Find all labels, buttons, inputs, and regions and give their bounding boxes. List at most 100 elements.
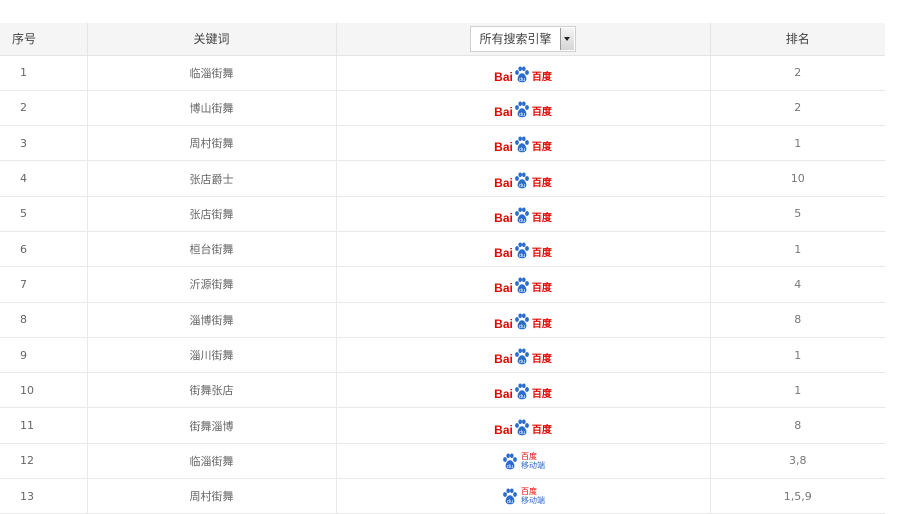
svg-text:du: du (519, 395, 525, 401)
baidu-logo-du: 百度 (531, 318, 552, 330)
row-keyword: 淄川街舞 (86, 337, 336, 374)
table-row: 12 临淄街舞 du 百度 移动端 3,8 (0, 443, 885, 480)
row-engine: Bai du 百度 (335, 302, 710, 338)
baidu-logo-bai: Bai (494, 210, 513, 225)
paw-icon: du (514, 277, 530, 295)
paw-icon: du (514, 101, 530, 118)
baidu-icon: Bai du 百度 (494, 310, 552, 330)
svg-text:du: du (519, 77, 525, 83)
chevron-down-icon[interactable] (559, 27, 574, 50)
table-row: 4 张店爵士 Bai du 百度 10 (0, 160, 885, 197)
row-rank: 2 (709, 55, 885, 91)
keyword-ranking-table: 序号 关键词 所有搜索引擎 排名 1 临淄街舞 Bai du 百度 2 2 博山街舞 Bai (0, 23, 885, 514)
row-index: 10 (0, 372, 87, 409)
baidu-logo-bai: Bai (494, 69, 513, 84)
row-keyword: 街舞淄博 (86, 407, 336, 444)
header-engine: 所有搜索引擎 (335, 23, 710, 56)
table-row: 7 沂源街舞 Bai du 百度 4 (0, 266, 885, 303)
row-index: 8 (0, 302, 87, 338)
baidu-icon: Bai du 百度 (494, 345, 552, 365)
engine-filter-value: 所有搜索引擎 (479, 32, 552, 47)
baidu-mobile-icon: du 百度 移动端 (501, 452, 545, 470)
header-keyword: 关键词 (86, 23, 336, 56)
paw-icon: du (514, 172, 530, 189)
row-keyword: 淄博街舞 (86, 302, 336, 338)
baidu-logo-bai: Bai (494, 352, 513, 367)
baidu-icon: Bai du 百度 (494, 63, 552, 83)
baidu-logo-bai: Bai (494, 387, 513, 402)
row-engine: Bai du 百度 (335, 160, 710, 197)
paw-icon: du (514, 242, 530, 259)
table-row: 10 街舞张店 Bai du 百度 1 (0, 372, 885, 409)
row-keyword: 沂源街舞 (86, 266, 336, 303)
row-rank: 8 (709, 407, 885, 444)
row-engine: Bai du 百度 (335, 55, 710, 91)
row-index: 11 (0, 407, 87, 444)
baidu-icon: Bai du 百度 (494, 416, 552, 436)
table-row: 8 淄博街舞 Bai du 百度 8 (0, 302, 885, 338)
row-engine: Bai du 百度 (335, 372, 710, 409)
row-engine: Bai du 百度 (335, 90, 710, 127)
row-rank: 1 (709, 231, 885, 268)
ranking-table-container: 序号 关键词 所有搜索引擎 排名 1 临淄街舞 Bai du 百度 2 2 博山街舞 Bai (0, 23, 885, 514)
table-row: 13 周村街舞 du 百度 移动端 1,5,9 (0, 478, 885, 514)
table-body: 1 临淄街舞 Bai du 百度 2 2 博山街舞 Bai du 百度 2 3 周村街舞 Bai d… (0, 55, 885, 514)
baidu-logo-du: 百度 (531, 71, 552, 83)
row-index: 6 (0, 231, 87, 268)
svg-text:du: du (519, 218, 525, 224)
baidu-logo-du: 百度 (531, 177, 552, 189)
svg-text:du: du (507, 499, 513, 505)
svg-text:du: du (519, 147, 525, 153)
row-engine: du 百度 移动端 (335, 443, 710, 480)
row-index: 2 (0, 90, 87, 127)
baidu-logo-du: 百度 (531, 354, 552, 366)
baidu-logo-bai: Bai (494, 175, 513, 190)
baidu-mobile-top: 百度 (521, 451, 537, 461)
row-engine: Bai du 百度 (335, 231, 710, 268)
svg-text:du: du (519, 359, 525, 365)
baidu-icon: Bai du 百度 (494, 380, 552, 402)
baidu-mobile-bottom: 移动端 (521, 496, 545, 506)
baidu-logo-du: 百度 (531, 248, 552, 260)
table-row: 11 街舞淄博 Bai du 百度 8 (0, 407, 885, 444)
paw-icon: du (514, 313, 530, 330)
row-index: 12 (0, 443, 87, 480)
row-keyword: 临淄街舞 (86, 443, 336, 480)
baidu-logo-du: 百度 (531, 283, 552, 295)
row-rank: 3,8 (709, 443, 885, 480)
paw-icon: du (514, 419, 530, 436)
svg-text:du: du (519, 289, 525, 295)
svg-text:du: du (519, 183, 525, 189)
baidu-icon: Bai du 百度 (494, 133, 552, 153)
baidu-logo-du: 百度 (531, 424, 552, 436)
table-header: 序号 关键词 所有搜索引擎 排名 (0, 23, 885, 56)
paw-icon: du (514, 66, 530, 83)
baidu-logo-du: 百度 (531, 212, 552, 224)
table-row: 5 张店街舞 Bai du 百度 5 (0, 196, 885, 232)
paw-icon: du (514, 383, 530, 401)
baidu-logo-bai: Bai (494, 246, 513, 261)
baidu-logo-du: 百度 (531, 106, 552, 118)
baidu-logo-bai: Bai (494, 316, 513, 331)
row-rank: 1 (709, 337, 885, 374)
row-index: 1 (0, 55, 87, 91)
row-engine: du 百度 移动端 (335, 478, 710, 514)
paw-icon: du (514, 207, 530, 224)
baidu-logo-du: 百度 (531, 389, 552, 401)
svg-text:du: du (519, 253, 525, 259)
row-keyword: 街舞张店 (86, 372, 336, 409)
row-index: 4 (0, 160, 87, 197)
baidu-logo-bai: Bai (494, 104, 513, 119)
paw-icon: du (514, 348, 530, 365)
engine-filter-select[interactable]: 所有搜索引擎 (470, 25, 576, 52)
row-engine: Bai du 百度 (335, 407, 710, 444)
row-index: 3 (0, 125, 87, 162)
row-rank: 1 (709, 372, 885, 409)
table-row: 2 博山街舞 Bai du 百度 2 (0, 90, 885, 127)
row-rank: 10 (709, 160, 885, 197)
row-index: 7 (0, 266, 87, 303)
svg-text:du: du (519, 112, 525, 118)
row-keyword: 张店爵士 (86, 160, 336, 197)
table-row: 3 周村街舞 Bai du 百度 1 (0, 125, 885, 162)
baidu-icon: Bai du 百度 (494, 204, 552, 224)
